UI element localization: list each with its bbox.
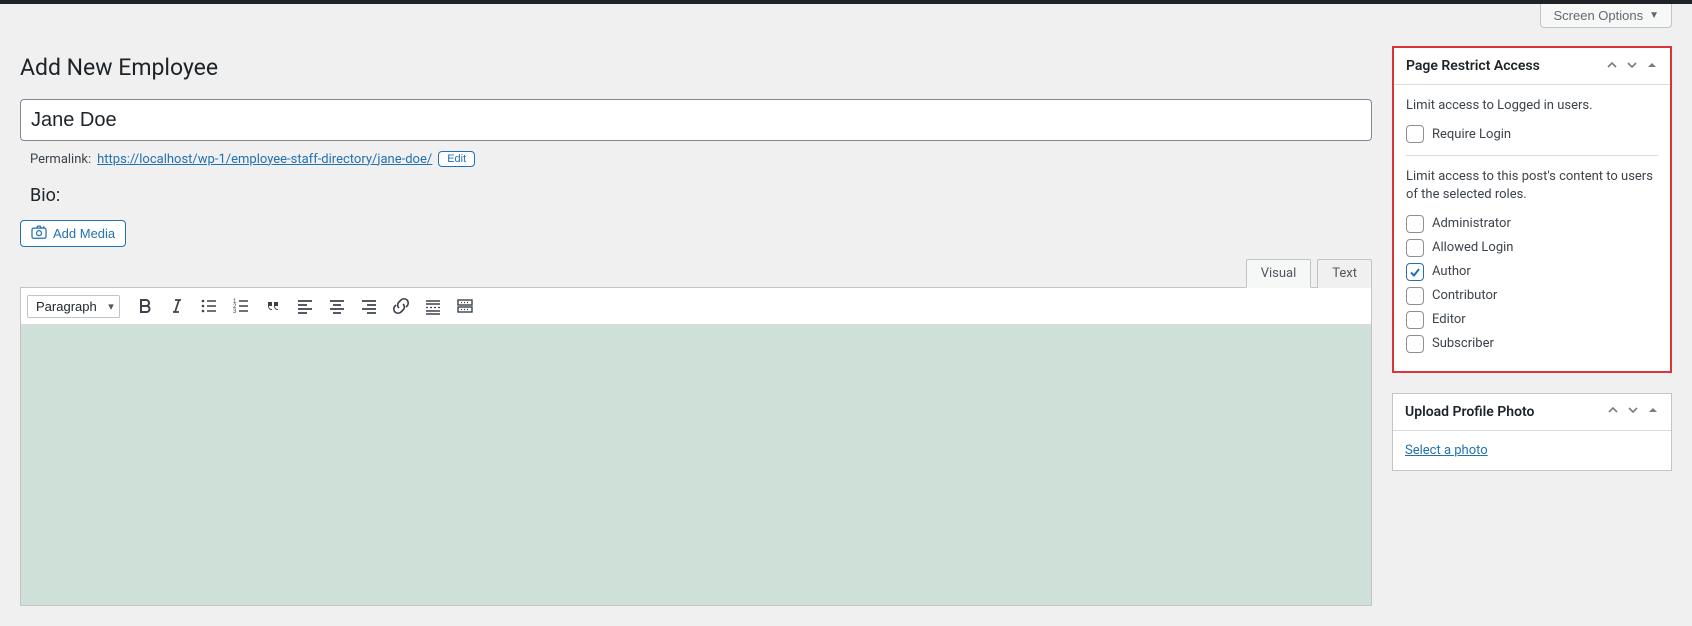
checkbox-icon xyxy=(1406,263,1424,281)
italic-button[interactable] xyxy=(162,292,192,320)
bold-icon xyxy=(135,296,155,316)
checkbox-icon xyxy=(1406,125,1424,143)
align-left-icon xyxy=(295,296,315,316)
bio-heading: Bio: xyxy=(30,185,1372,206)
checkbox-icon xyxy=(1406,239,1424,257)
divider xyxy=(1406,155,1658,156)
panel-move-up-icon[interactable] xyxy=(1606,59,1618,74)
require-login-row[interactable]: Require Login xyxy=(1406,125,1658,143)
role-label: Administrator xyxy=(1432,216,1511,231)
require-login-label: Require Login xyxy=(1432,127,1511,142)
role-row[interactable]: Contributor xyxy=(1406,287,1658,305)
toolbar-toggle-button[interactable] xyxy=(450,292,480,320)
editor-content-area[interactable] xyxy=(21,325,1371,605)
link-icon xyxy=(391,296,411,316)
align-center-icon xyxy=(327,296,347,316)
editor-wrap: Paragraph 123 xyxy=(20,287,1372,606)
ul-button[interactable] xyxy=(194,292,224,320)
editor-toolbar: Paragraph 123 xyxy=(21,288,1371,325)
role-row[interactable]: Author xyxy=(1406,263,1658,281)
quote-icon xyxy=(263,296,283,316)
restrict-desc-1: Limit access to Logged in users. xyxy=(1406,97,1658,115)
page-title: Add New Employee xyxy=(20,54,1372,81)
role-row[interactable]: Subscriber xyxy=(1406,335,1658,353)
checkbox-icon xyxy=(1406,287,1424,305)
blockquote-button[interactable] xyxy=(258,292,288,320)
restrict-desc-2: Limit access to this post's content to u… xyxy=(1406,168,1658,204)
edit-slug-button[interactable]: Edit xyxy=(438,151,475,167)
caret-down-icon: ▼ xyxy=(1649,10,1659,21)
role-label: Author xyxy=(1432,264,1471,279)
add-media-label: Add Media xyxy=(53,226,115,241)
panel-move-up-icon[interactable] xyxy=(1607,404,1619,419)
upload-profile-photo-panel: Upload Profile Photo Select a photo xyxy=(1392,393,1672,471)
role-label: Contributor xyxy=(1432,288,1497,303)
tab-text[interactable]: Text xyxy=(1317,259,1372,288)
ol-button[interactable]: 123 xyxy=(226,292,256,320)
post-title-input[interactable] xyxy=(20,99,1372,141)
checkbox-icon xyxy=(1406,335,1424,353)
permalink-slug: jane-doe/ xyxy=(377,152,432,167)
panel-toggle-icon[interactable] xyxy=(1647,404,1659,419)
panel-toggle-icon[interactable] xyxy=(1646,59,1658,74)
align-right-icon xyxy=(359,296,379,316)
checkbox-icon xyxy=(1406,215,1424,233)
align-center-button[interactable] xyxy=(322,292,352,320)
role-label: Subscriber xyxy=(1432,336,1494,351)
select-photo-link[interactable]: Select a photo xyxy=(1405,443,1488,458)
role-row[interactable]: Editor xyxy=(1406,311,1658,329)
permalink-base: https://localhost/wp-1/employee-staff-di… xyxy=(97,152,377,167)
screen-options-button[interactable]: Screen Options ▼ xyxy=(1540,4,1672,28)
permalink-link[interactable]: https://localhost/wp-1/employee-staff-di… xyxy=(97,152,432,167)
list-ul-icon xyxy=(199,296,219,316)
format-select[interactable]: Paragraph xyxy=(27,295,120,318)
photo-panel-title: Upload Profile Photo xyxy=(1405,404,1534,420)
list-ol-icon: 123 xyxy=(231,296,251,316)
tab-visual[interactable]: Visual xyxy=(1246,259,1312,288)
bold-button[interactable] xyxy=(130,292,160,320)
page-restrict-access-panel: Page Restrict Access Limit access to Log… xyxy=(1392,46,1672,373)
panel-move-down-icon[interactable] xyxy=(1627,404,1639,419)
align-right-button[interactable] xyxy=(354,292,384,320)
role-row[interactable]: Allowed Login xyxy=(1406,239,1658,257)
read-more-button[interactable] xyxy=(418,292,448,320)
italic-icon xyxy=(167,296,187,316)
read-more-icon xyxy=(423,296,443,316)
camera-icon xyxy=(31,225,47,242)
svg-text:3: 3 xyxy=(233,309,237,315)
add-media-button[interactable]: Add Media xyxy=(20,220,126,247)
toolbar-toggle-icon xyxy=(455,296,475,316)
panel-move-down-icon[interactable] xyxy=(1626,59,1638,74)
restrict-panel-title: Page Restrict Access xyxy=(1406,58,1540,74)
align-left-button[interactable] xyxy=(290,292,320,320)
screen-options-label: Screen Options xyxy=(1553,8,1643,23)
role-label: Editor xyxy=(1432,312,1466,327)
role-label: Allowed Login xyxy=(1432,240,1514,255)
permalink-label: Permalink: xyxy=(30,152,91,167)
checkbox-icon xyxy=(1406,311,1424,329)
link-button[interactable] xyxy=(386,292,416,320)
role-row[interactable]: Administrator xyxy=(1406,215,1658,233)
